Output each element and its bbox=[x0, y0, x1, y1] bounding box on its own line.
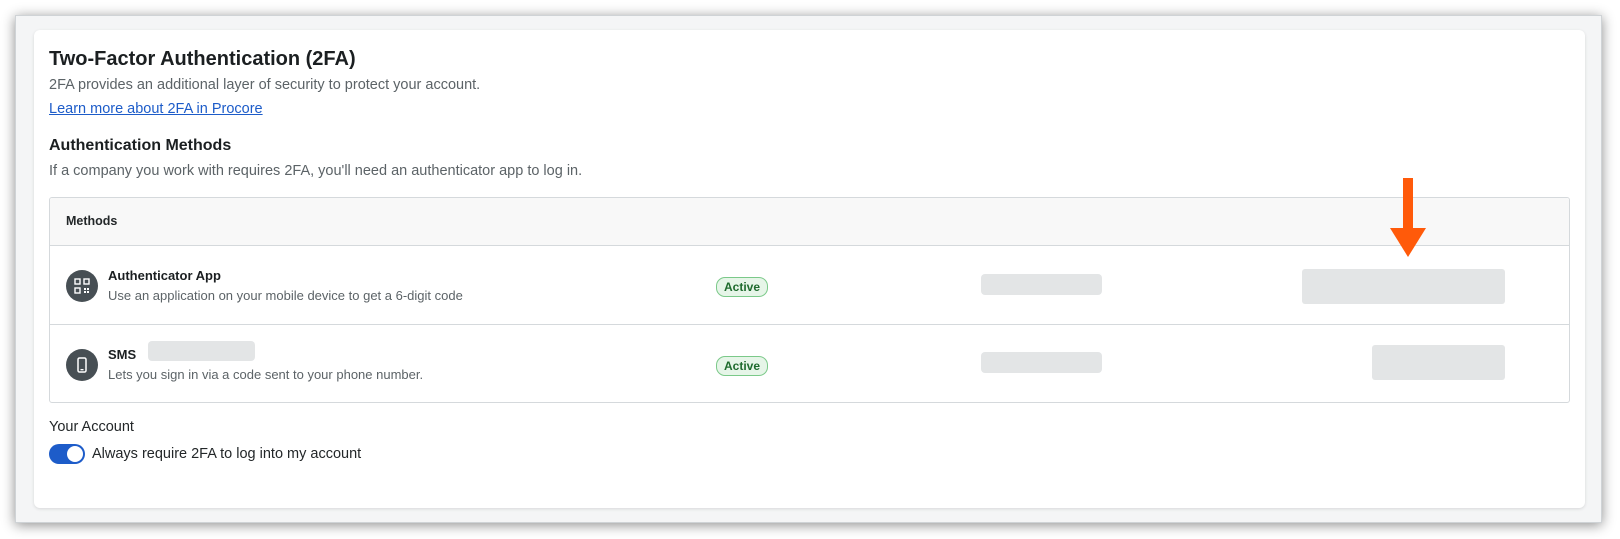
method-row-sms: SMS Lets you sign in via a code sent to … bbox=[50, 325, 1569, 402]
annotation-arrow-icon bbox=[1390, 178, 1426, 257]
phone-icon bbox=[66, 349, 98, 381]
table-header: Methods bbox=[50, 198, 1569, 246]
window-frame: Two-Factor Authentication (2FA) 2FA prov… bbox=[15, 15, 1602, 523]
method-name: SMS bbox=[108, 347, 137, 362]
methods-description: If a company you work with requires 2FA,… bbox=[49, 163, 583, 179]
method-row-authenticator-app: Authenticator App Use an application on … bbox=[50, 246, 1569, 325]
account-title: Your Account bbox=[49, 419, 134, 435]
redacted-phone-number bbox=[148, 341, 255, 361]
learn-more-link[interactable]: Learn more about 2FA in Procore bbox=[49, 101, 263, 117]
method-description: Lets you sign in via a code sent to your… bbox=[108, 367, 424, 382]
method-description: Use an application on your mobile device… bbox=[108, 288, 463, 303]
method-name: Authenticator App bbox=[108, 268, 221, 283]
methods-title: Authentication Methods bbox=[49, 137, 232, 154]
redacted-detail bbox=[981, 274, 1102, 295]
redacted-action-button[interactable] bbox=[1302, 269, 1505, 304]
redacted-action-button[interactable] bbox=[1372, 345, 1505, 380]
methods-column-header: Methods bbox=[66, 214, 118, 228]
toggle-knob bbox=[67, 446, 83, 462]
qr-code-icon bbox=[66, 270, 98, 302]
methods-table: Methods Authenticator App Use an applica… bbox=[49, 197, 1570, 403]
status-badge: Active bbox=[716, 356, 769, 376]
require-2fa-label: Always require 2FA to log into my accoun… bbox=[92, 446, 362, 462]
page-title: Two-Factor Authentication (2FA) bbox=[49, 48, 356, 70]
status-badge: Active bbox=[716, 277, 769, 297]
redacted-detail bbox=[981, 352, 1102, 373]
page-description: 2FA provides an additional layer of secu… bbox=[49, 77, 481, 93]
two-factor-card: Two-Factor Authentication (2FA) 2FA prov… bbox=[34, 30, 1585, 508]
require-2fa-toggle[interactable] bbox=[49, 444, 85, 464]
